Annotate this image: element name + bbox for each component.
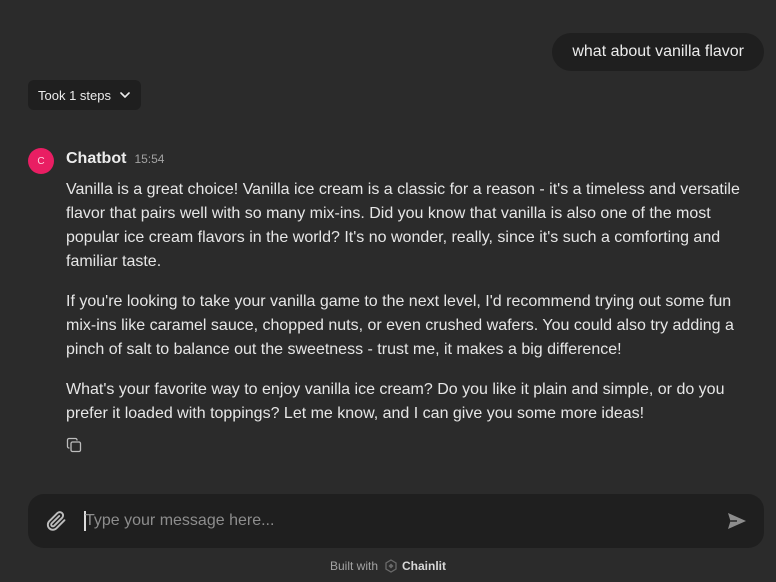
paperclip-icon bbox=[46, 511, 66, 531]
chat-page: what about vanilla flavor Took 1 steps C… bbox=[0, 0, 776, 582]
send-icon bbox=[728, 513, 746, 529]
attach-file-button[interactable] bbox=[44, 509, 68, 533]
bot-message-paragraph: What's your favorite way to enjoy vanill… bbox=[66, 381, 725, 422]
copy-icon bbox=[66, 437, 82, 453]
chainlit-link[interactable]: Chainlit bbox=[384, 559, 446, 573]
bot-author-name: Chatbot bbox=[66, 150, 127, 167]
bot-message-header: Chatbot 15:54 bbox=[66, 150, 164, 168]
steps-label: Took 1 steps bbox=[38, 87, 111, 103]
message-input[interactable] bbox=[84, 506, 685, 536]
steps-toggle-button[interactable]: Took 1 steps bbox=[28, 80, 141, 110]
bot-message-content: Vanilla is a great choice! Vanilla ice c… bbox=[66, 178, 758, 442]
chevron-down-icon bbox=[120, 92, 130, 98]
built-with-label: Built with bbox=[329, 559, 379, 573]
copy-button[interactable] bbox=[66, 437, 82, 453]
footer: Built with Chainlit bbox=[0, 557, 776, 575]
chainlit-logo-icon bbox=[385, 559, 397, 573]
message-composer bbox=[28, 494, 764, 548]
chainlit-brand-label: Chainlit bbox=[402, 559, 447, 573]
bot-message-paragraph: If you're looking to take your vanilla g… bbox=[66, 293, 734, 358]
bot-message-paragraph: Vanilla is a great choice! Vanilla ice c… bbox=[66, 181, 740, 270]
user-message-bubble: what about vanilla flavor bbox=[552, 33, 764, 71]
user-message-text: what about vanilla flavor bbox=[572, 43, 744, 60]
bot-avatar-letter: C bbox=[37, 155, 45, 167]
bot-avatar: C bbox=[28, 148, 54, 174]
send-button[interactable] bbox=[726, 511, 748, 531]
bot-message-time: 15:54 bbox=[134, 152, 165, 166]
